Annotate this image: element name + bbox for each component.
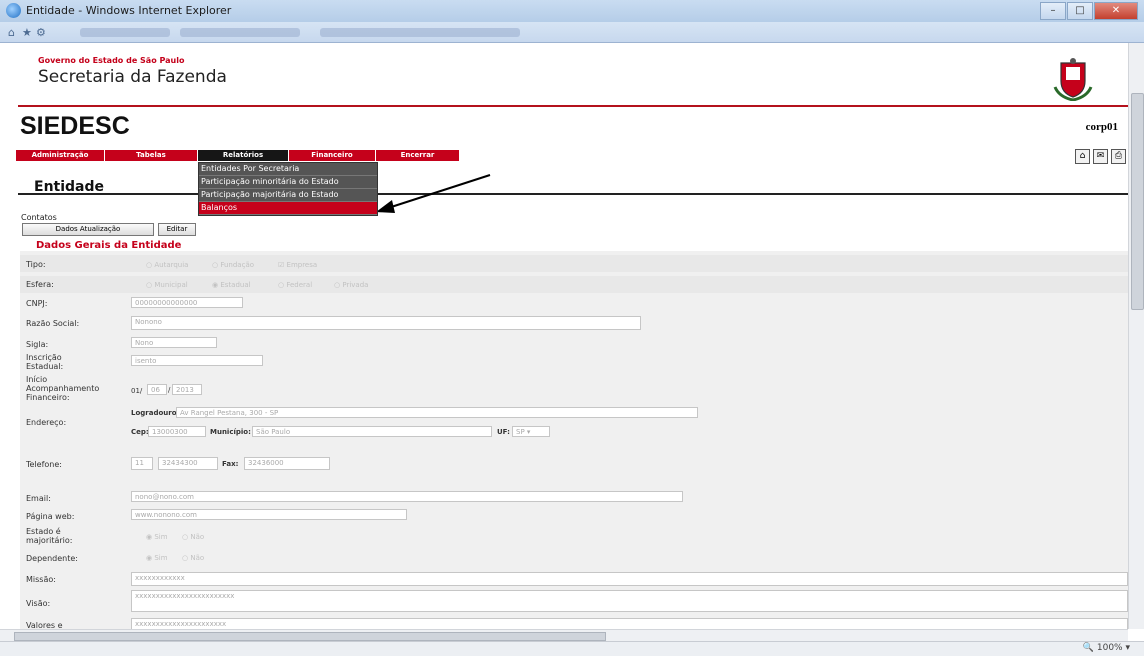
dropdown-item-balancos[interactable]: Balanços: [199, 202, 377, 215]
home-icon[interactable]: ⌂: [8, 26, 15, 39]
window-title: Entidade - Windows Internet Explorer: [26, 4, 232, 17]
browser-toolbar: ⌂ ★ ⚙: [0, 22, 1144, 43]
blurred-toolbar: [320, 28, 520, 37]
annotation-arrow: [376, 174, 491, 213]
dropdown-item-minoritaria[interactable]: Participação minoritária do Estado: [199, 176, 377, 189]
close-window-button[interactable]: ✕: [1094, 2, 1138, 20]
page-content: Governo do Estado de São Paulo Secretari…: [0, 43, 1128, 629]
favorites-star-icon[interactable]: ★: [22, 26, 32, 39]
title-bar: Entidade - Windows Internet Explorer – □…: [0, 0, 1144, 22]
blurred-toolbar: [180, 28, 300, 37]
vertical-scrollbar[interactable]: [1128, 43, 1144, 629]
reports-dropdown: Entidades Por Secretaria Participação mi…: [198, 162, 378, 216]
ie-logo-icon: [6, 3, 21, 18]
browser-window: Entidade - Windows Internet Explorer – □…: [0, 0, 1144, 656]
status-bar: 🔍 100% ▾: [0, 641, 1144, 656]
minimize-button[interactable]: –: [1040, 2, 1066, 20]
dropdown-item-entidades[interactable]: Entidades Por Secretaria: [199, 163, 377, 176]
tools-gear-icon[interactable]: ⚙: [36, 26, 46, 39]
blurred-toolbar: [80, 28, 170, 37]
zoom-level[interactable]: 🔍 100% ▾: [1083, 643, 1130, 653]
maximize-button[interactable]: □: [1067, 2, 1093, 20]
zoom-value: 100%: [1096, 643, 1123, 653]
dropdown-item-majoritaria[interactable]: Participação majoritária do Estado: [199, 189, 377, 202]
